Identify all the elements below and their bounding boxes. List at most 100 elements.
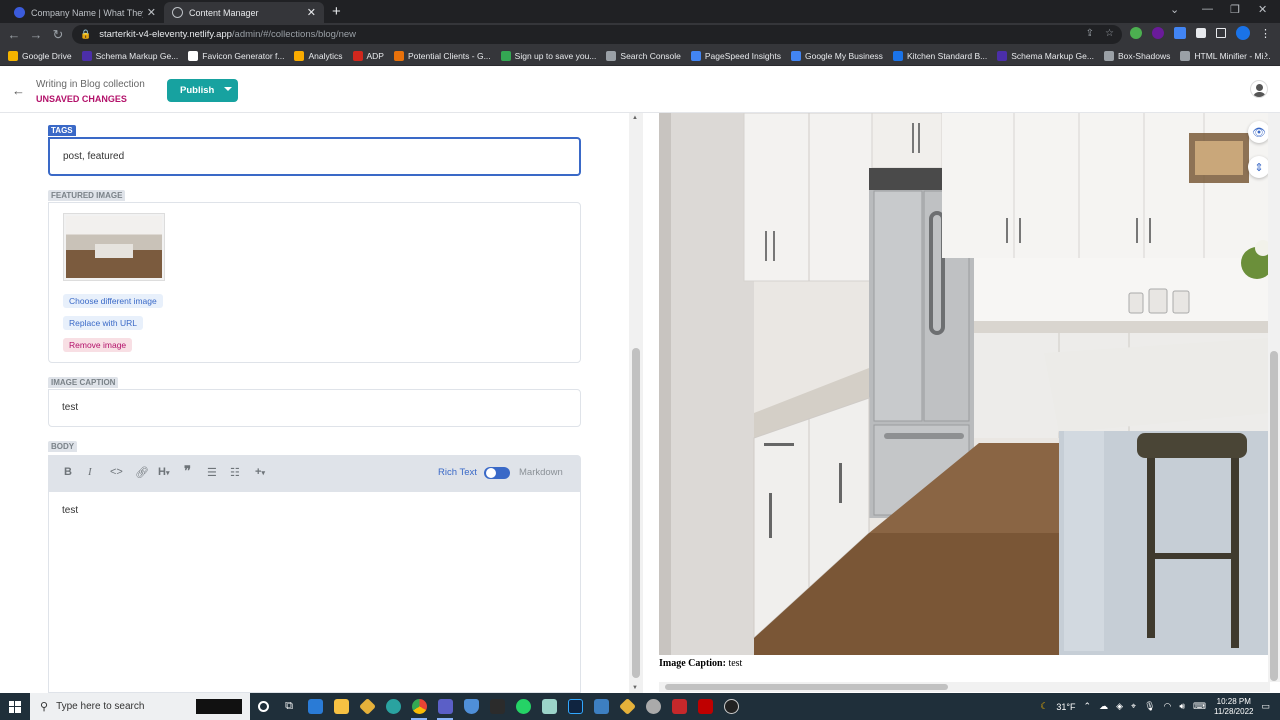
preview-scroll-thumb[interactable]: [1270, 351, 1278, 681]
temperature[interactable]: 31°F: [1056, 702, 1075, 712]
extension-icon[interactable]: [1152, 27, 1164, 39]
browser-tab-content-manager[interactable]: Content Manager ✕: [164, 2, 324, 23]
sync-scroll-icon[interactable]: ⇕: [1248, 156, 1270, 178]
browser-tab-company[interactable]: Company Name | What They Do ✕: [6, 2, 164, 23]
side-panel-icon[interactable]: [1216, 28, 1226, 38]
bookmark-google-my-business[interactable]: Google My Business: [790, 50, 883, 61]
tab-search-chevron-icon[interactable]: ⌄: [1170, 3, 1179, 16]
more-menu-icon[interactable]: ⋮: [1260, 27, 1271, 40]
restore-icon[interactable]: ❐: [1230, 3, 1240, 16]
heading-dropdown-icon[interactable]: H▾: [158, 466, 169, 478]
notifications-icon[interactable]: ▭: [1261, 701, 1270, 712]
scroll-down-icon[interactable]: ▼: [632, 685, 638, 691]
clock[interactable]: 10:28 PM 11/28/2022: [1214, 697, 1253, 717]
dropbox-icon[interactable]: ◈: [1116, 701, 1123, 712]
quote-icon[interactable]: ❞: [184, 463, 191, 479]
bookmark-box-shadows[interactable]: Box-Shadows: [1103, 50, 1170, 61]
markdown-mode-label[interactable]: Markdown: [519, 467, 563, 478]
chevron-up-icon[interactable]: ⌃: [1084, 701, 1092, 712]
address-bar[interactable]: 🔒 starterkit-v4-eleventy.netlify.app /ad…: [72, 25, 1122, 44]
preview-vertical-scrollbar[interactable]: [1268, 113, 1280, 682]
italic-icon[interactable]: I: [88, 466, 92, 478]
bookmark-schema-markup-2[interactable]: Schema Markup Ge...: [997, 50, 1094, 61]
vscode-icon[interactable]: [302, 693, 328, 720]
lock-icon[interactable]: 🔒: [80, 29, 91, 40]
bold-icon[interactable]: B: [64, 466, 72, 478]
cloud-icon[interactable]: ☁: [1099, 701, 1108, 712]
scroll-up-icon[interactable]: ▲: [632, 115, 638, 121]
editor-scrollbar[interactable]: ▲ ▼: [629, 113, 643, 693]
search-highlight-icon[interactable]: [196, 699, 242, 714]
bookmark-sign-up[interactable]: Sign up to save you...: [500, 50, 596, 61]
bookmark-search-console[interactable]: Search Console: [606, 50, 681, 61]
download-manager-icon[interactable]: [588, 693, 614, 720]
profile-avatar[interactable]: [1236, 26, 1250, 40]
choose-different-image-button[interactable]: Choose different image: [63, 294, 163, 308]
github-desktop-icon[interactable]: [640, 693, 666, 720]
teams-icon[interactable]: [432, 693, 458, 720]
notes-icon[interactable]: [536, 693, 562, 720]
file-explorer-icon[interactable]: [328, 693, 354, 720]
network-icon[interactable]: ⌖: [1131, 701, 1136, 712]
close-window-icon[interactable]: ✕: [1258, 3, 1267, 16]
bookmark-star-icon[interactable]: ☆: [1105, 28, 1114, 39]
shield-vpn-icon[interactable]: [458, 693, 484, 720]
taskbar-search-box[interactable]: ⚲ Type here to search: [30, 693, 250, 720]
filezilla-icon[interactable]: [692, 693, 718, 720]
bookmark-potential-clients[interactable]: Potential Clients - G...: [393, 50, 491, 61]
reload-icon[interactable]: ↻: [47, 27, 69, 43]
back-arrow-icon[interactable]: ←: [12, 83, 25, 98]
more-bookmarks-icon[interactable]: ›: [1264, 49, 1268, 61]
link-icon[interactable]: 🔗︎: [135, 466, 149, 479]
body-editor[interactable]: test: [48, 492, 581, 693]
extension-icon[interactable]: [1130, 27, 1142, 39]
microphone-icon[interactable]: 🎙︎: [1144, 701, 1155, 712]
user-avatar-icon[interactable]: [1250, 80, 1268, 98]
git-icon[interactable]: [354, 693, 380, 720]
forward-arrow-icon[interactable]: →: [25, 27, 47, 42]
windows-start-icon[interactable]: [0, 700, 30, 713]
preview-horizontal-scrollbar[interactable]: [659, 682, 1270, 692]
puzzle-icon[interactable]: [1196, 28, 1206, 38]
bookmark-html-minifier[interactable]: HTML Minifier - Mi...: [1180, 50, 1271, 61]
photoshop-icon[interactable]: [562, 693, 588, 720]
preview-hscroll-thumb[interactable]: [665, 684, 948, 690]
image-caption-input[interactable]: test: [48, 389, 581, 427]
obs-icon[interactable]: [718, 693, 744, 720]
task-view-icon[interactable]: ⧉: [276, 693, 302, 720]
add-component-icon[interactable]: +▾: [255, 466, 265, 478]
bookmark-schema-markup[interactable]: Schema Markup Ge...: [81, 50, 178, 61]
telegram-icon[interactable]: [380, 693, 406, 720]
volume-icon[interactable]: 🔊︎: [1179, 701, 1185, 712]
bulleted-list-icon[interactable]: ☰: [207, 466, 217, 479]
close-tab-icon[interactable]: ✕: [147, 6, 156, 19]
remove-image-button[interactable]: Remove image: [63, 338, 133, 352]
publish-button[interactable]: Publish: [167, 79, 238, 102]
pdf-reader-icon[interactable]: [666, 693, 692, 720]
sourcetree-icon[interactable]: [614, 693, 640, 720]
code-icon[interactable]: <>: [110, 466, 123, 478]
bookmark-adp[interactable]: ADP: [352, 50, 384, 61]
bookmark-analytics[interactable]: Analytics: [294, 50, 343, 61]
figma-icon[interactable]: [484, 693, 510, 720]
chrome-icon[interactable]: [406, 693, 432, 720]
bookmark-google-drive[interactable]: Google Drive: [8, 50, 72, 61]
bookmark-pagespeed[interactable]: PageSpeed Insights: [690, 50, 781, 61]
extension-icon[interactable]: [1174, 27, 1186, 39]
close-tab-icon[interactable]: ✕: [307, 6, 316, 19]
minimize-icon[interactable]: —: [1202, 3, 1213, 15]
bookmark-favicon-generator[interactable]: Favicon Generator f...: [188, 50, 284, 61]
cortana-icon[interactable]: [250, 693, 276, 720]
wifi-icon[interactable]: ◠: [1164, 701, 1172, 712]
whatsapp-icon[interactable]: [510, 693, 536, 720]
back-arrow-icon[interactable]: ←: [3, 27, 25, 42]
preview-eye-icon[interactable]: 👁︎: [1248, 121, 1270, 143]
share-icon[interactable]: ⇪: [1086, 28, 1094, 39]
bookmark-kitchen-standard[interactable]: Kitchen Standard B...: [892, 50, 987, 61]
markdown-toggle[interactable]: [484, 467, 510, 479]
numbered-list-icon[interactable]: ☷: [230, 466, 240, 479]
rich-text-mode-label[interactable]: Rich Text: [438, 467, 477, 478]
language-icon[interactable]: ⌨: [1193, 701, 1206, 712]
editor-scroll-thumb[interactable]: [632, 348, 640, 678]
weather-icon[interactable]: ☾: [1040, 701, 1048, 712]
